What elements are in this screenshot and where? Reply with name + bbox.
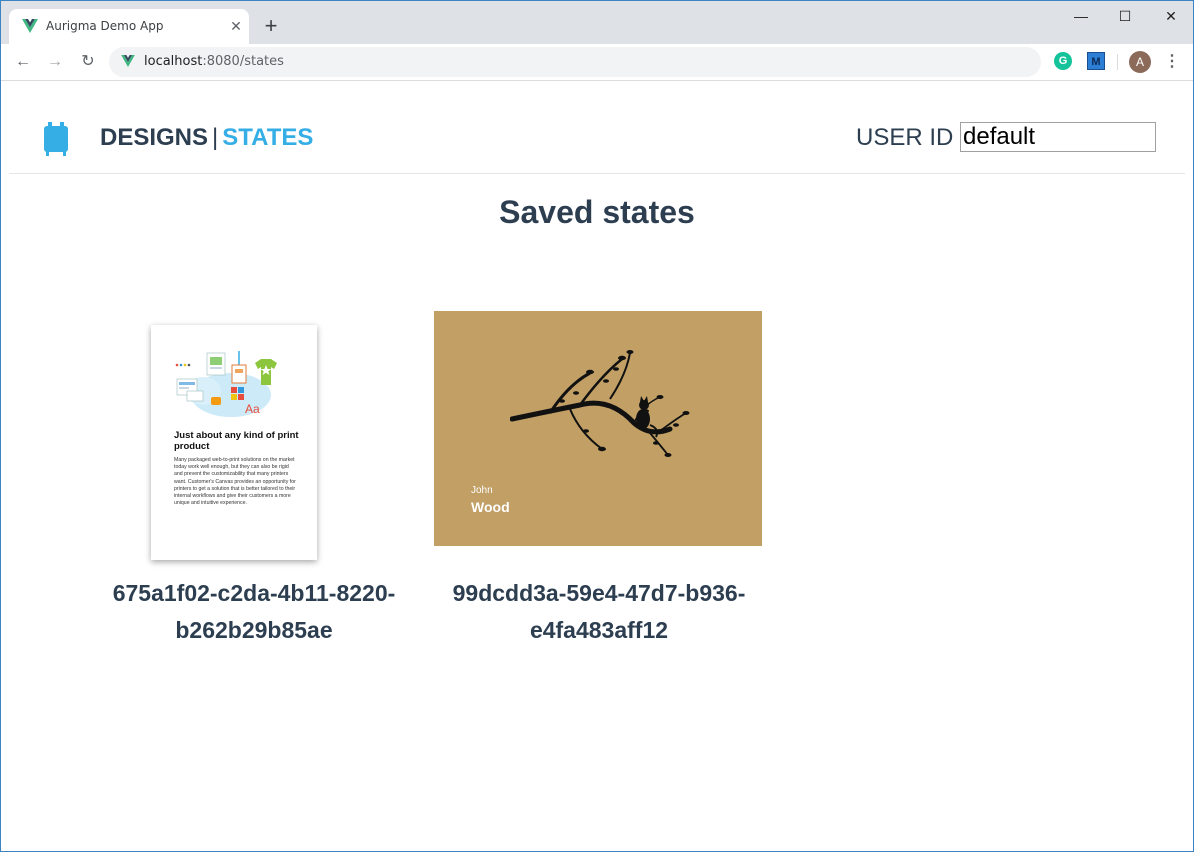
- preview-body: Many packaged web-to-print solutions on …: [174, 457, 296, 507]
- state-id-label[interactable]: 99dcdd3a-59e4-47d7-b936- e4fa483aff12: [434, 575, 764, 649]
- nav-designs-link[interactable]: DESIGNS: [100, 124, 208, 151]
- back-button[interactable]: ←: [13, 52, 33, 72]
- vue-logo-icon: [22, 19, 38, 33]
- state-id-line: 99dcdd3a-59e4-47d7-b936-: [452, 580, 746, 606]
- preview-first-name: John: [471, 485, 493, 496]
- url-host: localhost: [144, 54, 203, 69]
- state-id-line: 675a1f02-c2da-4b11-8220-: [112, 580, 396, 606]
- vue-logo-icon: [121, 55, 135, 67]
- svg-text:Aa: Aa: [245, 402, 260, 416]
- canvas-app-logo-icon: [44, 122, 68, 156]
- reload-button[interactable]: ↻: [78, 52, 98, 72]
- tab-title: Aurigma Demo App: [46, 19, 164, 33]
- forward-button[interactable]: →: [45, 52, 65, 72]
- tab-close-icon[interactable]: ✕: [229, 19, 243, 33]
- browser-menu-icon[interactable]: ⋮: [1164, 52, 1180, 72]
- user-id-input[interactable]: [960, 122, 1156, 152]
- user-id-label: USER ID: [856, 124, 954, 151]
- new-tab-button[interactable]: +: [261, 15, 281, 37]
- tree-branch-cat-illustration: [510, 350, 690, 457]
- state-id-line: e4fa483aff12: [529, 617, 669, 643]
- m-extension-icon[interactable]: M: [1087, 52, 1105, 70]
- url-path: :8080/states: [202, 54, 284, 69]
- nav-separator: |: [212, 124, 219, 151]
- maximize-button[interactable]: ☐: [1102, 5, 1148, 27]
- minimize-button[interactable]: —: [1058, 5, 1104, 27]
- preview-heading: Just about any kind of print product: [174, 430, 299, 452]
- state-id-label[interactable]: 675a1f02-c2da-4b11-8220- b262b29b85ae: [89, 575, 419, 649]
- state-preview-thumbnail[interactable]: Aa Just about any kind of print product …: [151, 325, 317, 560]
- tab-strip: Aurigma Demo App ✕ + — ☐ ✕: [1, 1, 1193, 44]
- address-bar[interactable]: localhost:8080/states: [109, 47, 1041, 77]
- preview-last-name: Wood: [471, 499, 510, 515]
- profile-avatar[interactable]: A: [1129, 51, 1151, 73]
- main-nav: DESIGNS | STATES: [100, 124, 313, 152]
- app-header: DESIGNS | STATES USER ID: [9, 82, 1185, 174]
- nav-states-link[interactable]: STATES: [222, 124, 313, 151]
- grammarly-extension-icon[interactable]: G: [1054, 52, 1072, 70]
- toolbar-divider: [1117, 54, 1118, 70]
- browser-window: Aurigma Demo App ✕ + — ☐ ✕ ← → ↻ localho…: [0, 0, 1194, 852]
- state-preview-thumbnail[interactable]: John Wood: [434, 311, 762, 546]
- browser-toolbar: ← → ↻ localhost:8080/states G M A ⋮: [1, 44, 1193, 81]
- browser-tab[interactable]: Aurigma Demo App ✕: [9, 9, 249, 44]
- url-text: localhost:8080/states: [144, 54, 284, 69]
- print-products-illustration: Aa: [175, 351, 277, 417]
- close-window-button[interactable]: ✕: [1148, 5, 1194, 27]
- state-id-line: b262b29b85ae: [175, 617, 333, 643]
- page-title: Saved states: [499, 194, 695, 230]
